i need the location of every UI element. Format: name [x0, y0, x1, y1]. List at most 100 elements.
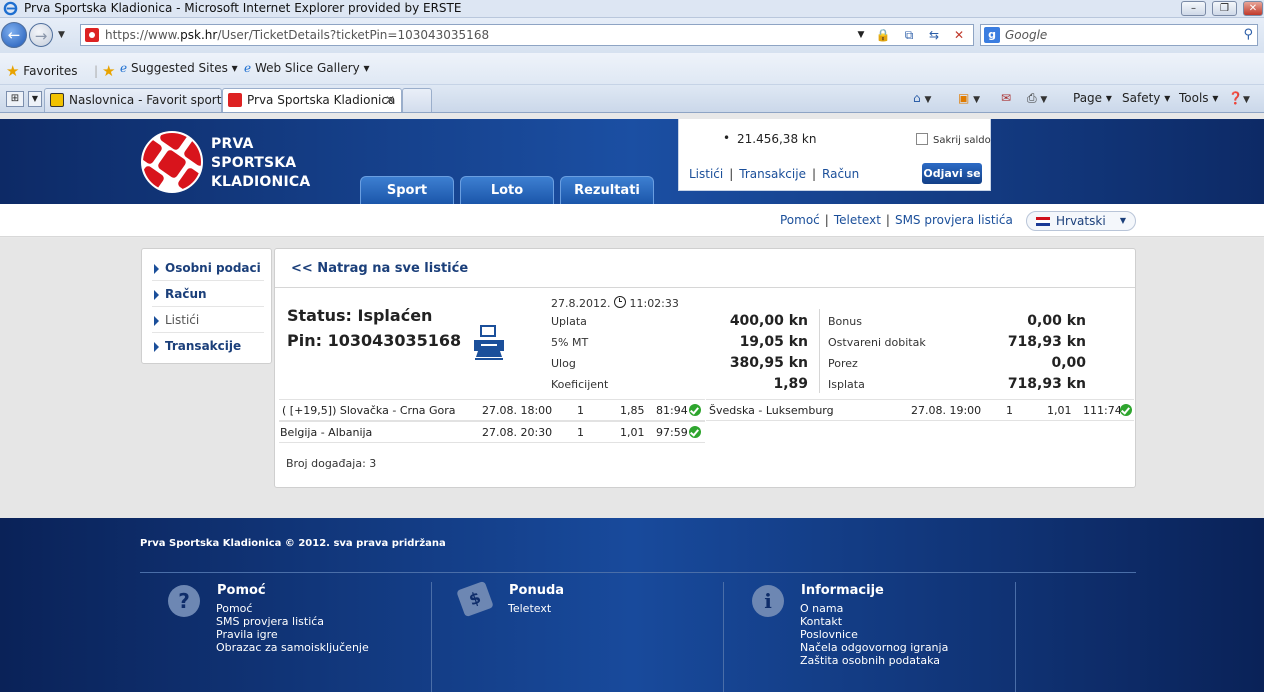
event-date: 27.08. 18:00: [482, 404, 553, 417]
back-button[interactable]: ←: [1, 22, 27, 48]
footer-link[interactable]: Poslovnice: [800, 628, 948, 641]
footer-link[interactable]: Pravila igre: [216, 628, 369, 641]
sidebar-item-listici[interactable]: Listići: [152, 307, 264, 333]
mail-icon[interactable]: ✉: [1001, 91, 1011, 105]
add-favorite-icon[interactable]: | ★: [94, 61, 116, 80]
won-check-icon: [689, 404, 701, 416]
event-odds: 1,01: [620, 426, 645, 439]
value-isplata: 718,93 kn: [1007, 376, 1086, 392]
column-divider: [819, 309, 820, 393]
account-balance: 21.456,38 kn: [723, 131, 817, 146]
ie-page-icon: ℯ: [120, 61, 128, 75]
footer-column-ponuda: $ Ponuda Teletext: [432, 580, 724, 692]
sidebar-item-transakcije[interactable]: Transakcije: [152, 333, 264, 359]
link-teletext[interactable]: Teletext: [834, 213, 881, 227]
tab-list-dropdown-icon[interactable]: ▼: [28, 91, 42, 107]
new-tab-button[interactable]: [402, 88, 432, 112]
web-slice-gallery-button[interactable]: ℯ Web Slice Gallery ▾: [244, 61, 370, 75]
back-to-tickets-link[interactable]: << Natrag na sve listiće: [291, 261, 468, 276]
forward-button[interactable]: →: [29, 23, 53, 47]
nav-sport[interactable]: Sport: [360, 176, 454, 204]
history-dropdown-icon[interactable]: ▼: [58, 30, 65, 40]
footer-link[interactable]: SMS provjera listića: [216, 615, 369, 628]
sidebar-item-racun[interactable]: Račun: [152, 281, 264, 307]
page-menu[interactable]: Page ▾: [1073, 91, 1112, 105]
psk-logo-ball-icon[interactable]: [141, 131, 203, 193]
footer-column-pomoc: ? Pomoć Pomoć SMS provjera listića Pravi…: [140, 582, 432, 692]
tools-menu[interactable]: Tools ▾: [1179, 91, 1218, 105]
tag-icon: $: [456, 580, 494, 618]
minimize-button[interactable]: –: [1181, 1, 1206, 16]
address-dropdown-icon[interactable]: ▼: [853, 27, 869, 43]
restore-button[interactable]: ❐: [1212, 1, 1237, 16]
footer-link[interactable]: O nama: [800, 602, 948, 615]
footer-link[interactable]: Zaštita osobnih podataka: [800, 654, 948, 667]
question-icon: ?: [168, 585, 200, 617]
footer-link[interactable]: Načela odgovornog igranja: [800, 641, 948, 654]
nav-rezultati[interactable]: Rezultati: [560, 176, 654, 204]
favorites-button[interactable]: ★ Favorites: [6, 61, 78, 80]
print-icon[interactable]: ⎙ ▼: [1027, 91, 1047, 106]
printer-icon[interactable]: [472, 324, 506, 360]
nav-loto[interactable]: Loto: [460, 176, 554, 204]
checkbox-icon[interactable]: [916, 133, 928, 145]
quick-tabs-icon[interactable]: ⊞: [6, 91, 24, 107]
refresh-icon[interactable]: ⇆: [926, 27, 942, 43]
footer-link[interactable]: Teletext: [508, 602, 551, 615]
tab-label: Prva Sportska Kladionica: [247, 93, 396, 107]
psk-favicon-icon: [228, 93, 242, 107]
language-select[interactable]: Hrvatski ▼: [1026, 211, 1136, 231]
close-tab-icon[interactable]: ✕: [385, 93, 395, 107]
suggested-sites-button[interactable]: ℯ Suggested Sites ▾: [120, 61, 238, 75]
logout-button[interactable]: Odjavi se: [922, 163, 982, 184]
account-link-listici[interactable]: Listići: [689, 167, 723, 181]
footer-link[interactable]: Kontakt: [800, 615, 948, 628]
lock-icon[interactable]: 🔒: [875, 27, 891, 43]
tab-naslovnica[interactable]: Naslovnica - Favorit sports...: [44, 88, 239, 112]
safety-menu[interactable]: Safety ▾: [1122, 91, 1170, 105]
account-link-transakcije[interactable]: Transakcije: [739, 167, 806, 181]
event-odds: 1,01: [1047, 404, 1072, 417]
event-row: Belgija - Albanija 27.08. 20:30 1 1,01 9…: [279, 421, 705, 443]
tab-prva-sportska[interactable]: Prva Sportska Kladionica ✕: [222, 88, 402, 112]
tab-label: Naslovnica - Favorit sports...: [69, 93, 240, 107]
stop-icon[interactable]: ✕: [951, 27, 967, 43]
event-match: ( [+19,5]) Slovačka - Crna Gora: [282, 404, 456, 417]
event-tip: 1: [1006, 404, 1013, 417]
hide-balance-checkbox[interactable]: Sakrij saldo: [916, 133, 991, 146]
chevron-down-icon: ▼: [1119, 216, 1126, 225]
close-window-button[interactable]: ✕: [1243, 1, 1263, 16]
event-match: Švedska - Luksemburg: [709, 404, 834, 417]
ie-page-icon: ℯ: [244, 61, 252, 75]
footer-heading: Ponuda: [509, 583, 565, 598]
compat-view-icon[interactable]: ⧉: [901, 27, 917, 43]
window-titlebar: Prva Sportska Kladionica - Microsoft Int…: [0, 0, 1264, 18]
value-ulog: 380,95 kn: [729, 355, 808, 371]
sidebar-item-osobni-podaci[interactable]: Osobni podaci: [152, 255, 264, 281]
link-pomoc[interactable]: Pomoć: [780, 213, 820, 227]
address-field[interactable]: https://www.psk.hr/User/TicketDetails?ti…: [80, 24, 974, 46]
croatia-flag-icon: [1036, 217, 1050, 226]
footer-link[interactable]: Obrazac za samoisključenje: [216, 641, 369, 654]
help-icon[interactable]: ❓▼: [1228, 91, 1250, 105]
search-icon[interactable]: ⚲: [1243, 27, 1253, 42]
home-icon[interactable]: ⌂ ▼: [913, 91, 931, 105]
language-label: Hrvatski: [1056, 214, 1106, 228]
address-toolbar: ← → ▼ https://www.psk.hr/User/TicketDeta…: [0, 18, 1264, 53]
footer-column-informacije: i Informacije O nama Kontakt Poslovnice …: [724, 582, 1016, 692]
favorites-bar: ★ Favorites | ★ ℯ Suggested Sites ▾ ℯ Web…: [0, 53, 1264, 85]
event-tip: 1: [577, 426, 584, 439]
site-header: PRVA SPORTSKA KLADIONICA Sport Loto Rezu…: [0, 119, 1264, 204]
link-sms-provjera[interactable]: SMS provjera listića: [895, 213, 1013, 227]
footer-link[interactable]: Pomoć: [216, 602, 369, 615]
label-porez: Porez: [828, 357, 858, 370]
search-field[interactable]: g Google ⚲: [980, 24, 1258, 46]
feeds-icon[interactable]: ▣ ▼: [958, 91, 980, 105]
label-uplata: Uplata: [551, 315, 587, 328]
event-row: Švedska - Luksemburg 27.08. 19:00 1 1,01…: [706, 399, 1134, 421]
value-koeficijent: 1,89: [773, 376, 808, 392]
account-link-racun[interactable]: Račun: [822, 167, 859, 181]
ticket-status: Status: Isplaćen: [287, 306, 433, 325]
event-count: Broj događaja: 3: [286, 457, 377, 470]
site-logo-text[interactable]: PRVA SPORTSKA KLADIONICA: [211, 135, 321, 192]
